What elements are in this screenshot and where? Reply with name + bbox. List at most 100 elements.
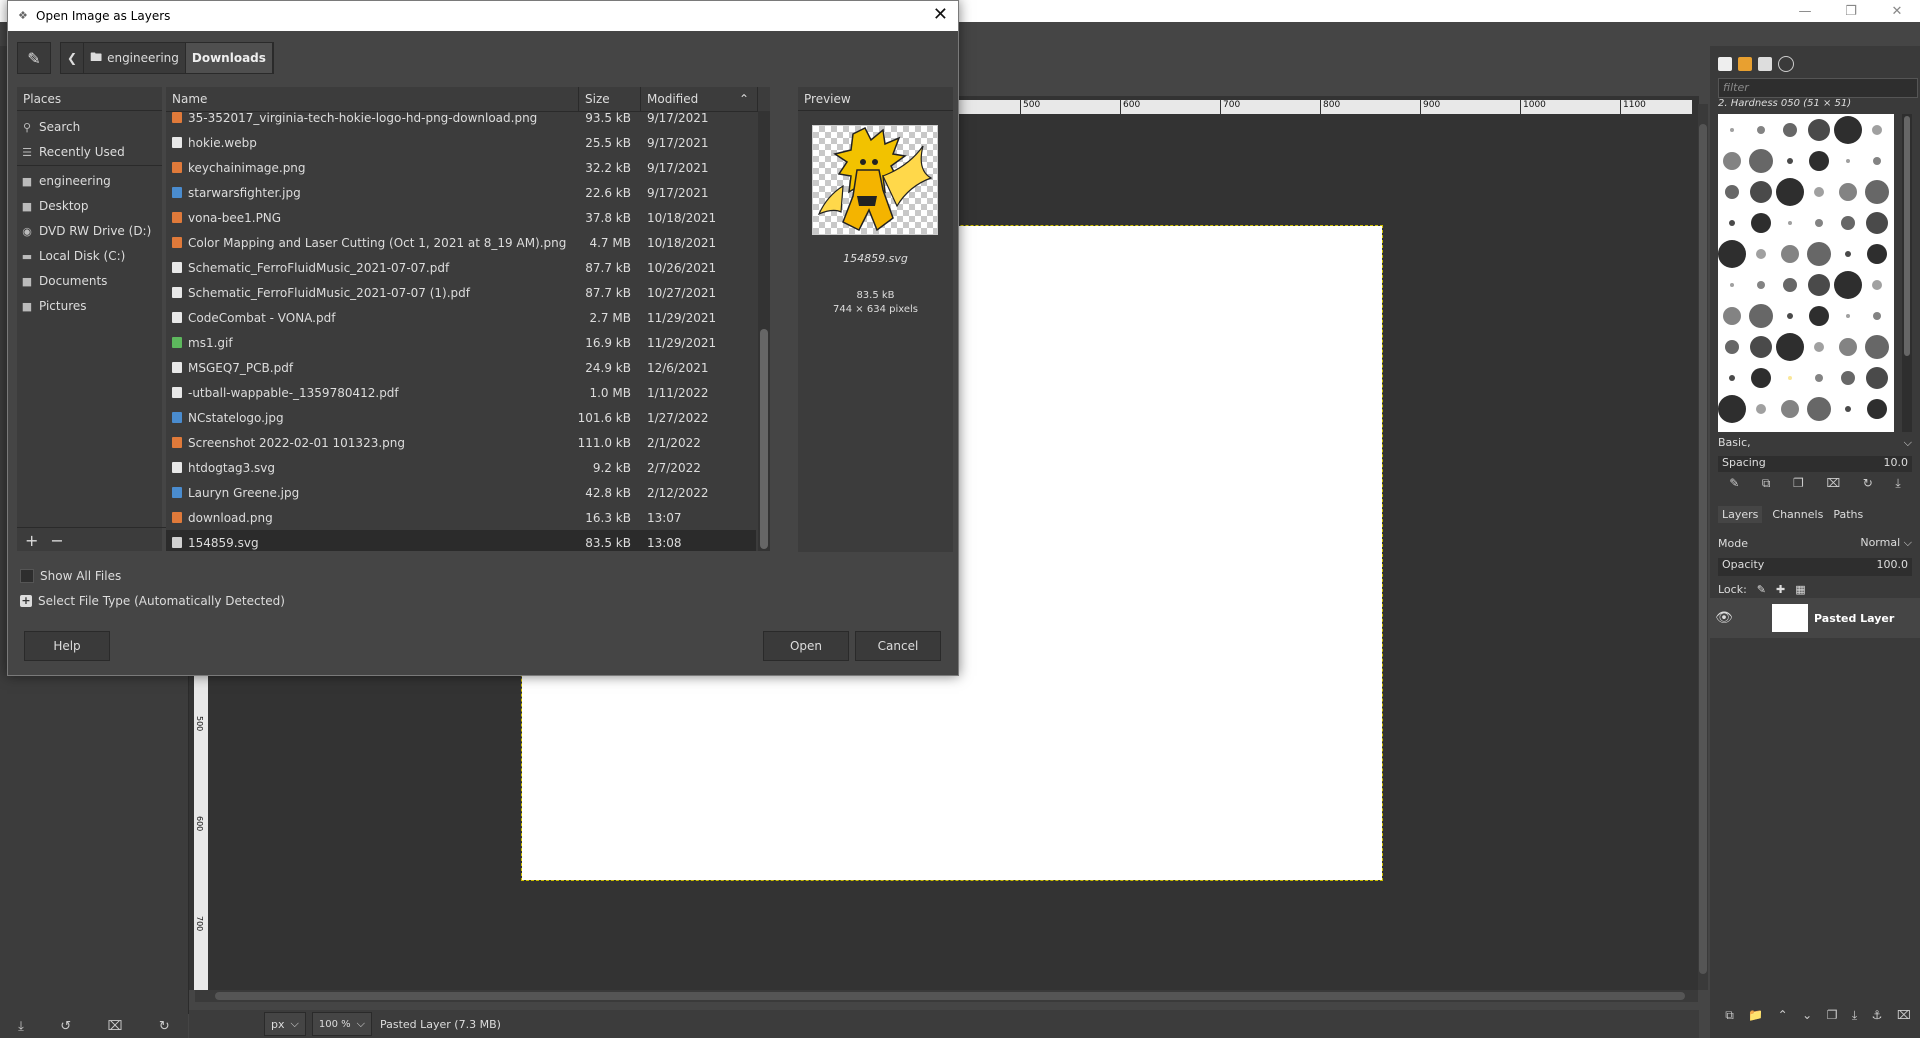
open-as-image-icon[interactable]: ⤓	[1895, 476, 1900, 498]
brush-swatch[interactable]	[1807, 397, 1831, 421]
file-row[interactable]: MSGEQ7_PCB.pdf 24.9 kB 12/6/2021	[166, 355, 756, 380]
file-row[interactable]: keychainimage.png 32.2 kB 9/17/2021	[166, 155, 756, 180]
place-engineering[interactable]: ■ engineering	[17, 170, 162, 192]
help-tab-icon[interactable]	[1778, 56, 1794, 72]
merge-down-icon[interactable]: ⤓	[1852, 1008, 1857, 1030]
save-tool-preset-icon[interactable]: ⤓	[18, 1019, 24, 1034]
brush-swatch[interactable]	[1845, 406, 1851, 412]
place-dvd-drive[interactable]: ◉ DVD RW Drive (D:)	[17, 220, 162, 242]
unit-select[interactable]: px ⌵	[264, 1012, 306, 1036]
lock-pixels-icon[interactable]: ✎	[1757, 583, 1766, 596]
brush-swatch[interactable]	[1815, 219, 1823, 227]
lower-layer-icon[interactable]: ⌄	[1802, 1008, 1812, 1030]
brush-swatch[interactable]	[1756, 404, 1766, 414]
brush-swatch[interactable]	[1807, 242, 1831, 266]
path-back-button[interactable]: ❮	[61, 43, 85, 73]
brush-swatch[interactable]	[1865, 335, 1889, 359]
column-size[interactable]: Size	[579, 87, 641, 111]
help-button[interactable]: Help	[24, 631, 110, 661]
minimize-icon[interactable]: —	[1782, 0, 1828, 22]
brush-swatch[interactable]	[1723, 307, 1741, 325]
brush-swatch[interactable]	[1750, 181, 1772, 203]
select-file-type-expander[interactable]: + Select File Type (Automatically Detect…	[20, 594, 285, 608]
brush-swatch[interactable]	[1783, 278, 1797, 292]
brush-swatch[interactable]	[1839, 183, 1857, 201]
brush-swatch[interactable]	[1729, 375, 1735, 381]
brush-swatch[interactable]	[1788, 221, 1792, 225]
raise-layer-icon[interactable]: ⌃	[1778, 1008, 1788, 1030]
brushes-tab-icon[interactable]	[1718, 57, 1732, 71]
brush-swatch[interactable]	[1809, 306, 1829, 326]
brush-swatch[interactable]	[1866, 212, 1888, 234]
column-name[interactable]: Name	[166, 87, 579, 111]
delete-brush-icon[interactable]: ⌧	[1826, 476, 1840, 498]
tab-layers[interactable]: Layers	[1718, 505, 1763, 523]
close-icon[interactable]: ✕	[933, 4, 948, 25]
brush-swatch[interactable]	[1776, 178, 1804, 206]
brush-swatch[interactable]	[1873, 312, 1881, 320]
reset-icon[interactable]: ↻	[159, 1019, 170, 1034]
file-row[interactable]: ms1.gif 16.9 kB 11/29/2021	[166, 330, 756, 355]
delete-layer-icon[interactable]: ⌧	[1897, 1008, 1911, 1030]
lock-position-icon[interactable]: ✚	[1776, 583, 1785, 596]
place-recently-used[interactable]: ☰ Recently Used	[17, 141, 162, 163]
place-pictures[interactable]: ■ Pictures	[17, 295, 162, 317]
tab-paths[interactable]: Paths	[1833, 508, 1863, 521]
brush-swatch[interactable]	[1749, 304, 1773, 328]
brush-grid[interactable]	[1718, 114, 1894, 432]
spacing-slider[interactable]: Spacing 10.0	[1718, 456, 1912, 472]
file-row[interactable]: Color Mapping and Laser Cutting (Oct 1, …	[166, 230, 756, 255]
mode-select[interactable]: Normal ⌵	[1860, 536, 1912, 550]
canvas-vertical-scrollbar[interactable]	[1698, 104, 1708, 990]
edit-brush-icon[interactable]: ✎	[1729, 476, 1739, 498]
zoom-select[interactable]: 100 % ⌵	[311, 1012, 372, 1036]
brush-swatch[interactable]	[1814, 342, 1824, 352]
file-row[interactable]: NCstatelogo.jpg 101.6 kB 1/27/2022	[166, 405, 756, 430]
brush-swatch[interactable]	[1751, 213, 1771, 233]
restore-tool-preset-icon[interactable]: ↺	[60, 1019, 71, 1034]
brush-swatch[interactable]	[1846, 159, 1850, 163]
file-row[interactable]: Lauryn Greene.jpg 42.8 kB 2/12/2022	[166, 480, 756, 505]
new-brush-icon[interactable]: ⧉	[1762, 476, 1771, 498]
brush-swatch[interactable]	[1839, 338, 1857, 356]
brush-scrollbar[interactable]	[1902, 114, 1912, 432]
lock-alpha-icon[interactable]: ▦	[1795, 583, 1805, 596]
file-row[interactable]: Schematic_FerroFluidMusic_2021-07-07.pdf…	[166, 255, 756, 280]
layer-row[interactable]: 👁 Pasted Layer	[1710, 598, 1920, 638]
brush-preset-select[interactable]: Basic, ⌵	[1718, 436, 1912, 452]
file-list-scrollbar[interactable]	[758, 111, 770, 551]
anchor-layer-icon[interactable]: ⚓	[1872, 1008, 1883, 1030]
delete-tool-preset-icon[interactable]: ⌧	[108, 1019, 123, 1034]
brush-swatch[interactable]	[1787, 313, 1793, 319]
brush-swatch[interactable]	[1809, 151, 1829, 171]
path-item-engineering[interactable]: 🖿 engineering	[84, 43, 186, 73]
brush-swatch[interactable]	[1867, 399, 1887, 419]
brush-swatch[interactable]	[1725, 340, 1739, 354]
path-item-downloads[interactable]: Downloads	[185, 43, 273, 73]
refresh-brushes-icon[interactable]: ↻	[1863, 476, 1873, 498]
brush-swatch[interactable]	[1867, 244, 1887, 264]
cancel-button[interactable]: Cancel	[855, 631, 941, 661]
place-desktop[interactable]: ■ Desktop	[17, 195, 162, 217]
brush-swatch[interactable]	[1841, 216, 1855, 230]
brush-swatch[interactable]	[1757, 281, 1765, 289]
brush-swatch[interactable]	[1757, 126, 1765, 134]
add-bookmark-button[interactable]: +	[25, 531, 38, 550]
brush-swatch[interactable]	[1834, 116, 1862, 144]
close-window-icon[interactable]: ✕	[1874, 0, 1920, 22]
patterns-tab-icon[interactable]	[1738, 57, 1752, 71]
show-all-files-checkbox[interactable]: Show All Files	[20, 569, 121, 583]
brush-swatch[interactable]	[1756, 249, 1766, 259]
brush-swatch[interactable]	[1866, 367, 1888, 389]
fonts-tab-icon[interactable]	[1758, 57, 1772, 71]
brush-swatch[interactable]	[1872, 125, 1882, 135]
brush-swatch[interactable]	[1718, 240, 1746, 268]
file-row[interactable]: 154859.svg 83.5 kB 13:08	[166, 530, 756, 551]
new-layer-icon[interactable]: ⧉	[1725, 1008, 1734, 1030]
brush-swatch[interactable]	[1723, 152, 1741, 170]
open-button[interactable]: Open	[763, 631, 849, 661]
brush-swatch[interactable]	[1749, 149, 1773, 173]
brush-swatch[interactable]	[1865, 180, 1889, 204]
new-group-icon[interactable]: 📁	[1748, 1008, 1763, 1030]
brush-filter-input[interactable]: filter	[1718, 78, 1918, 98]
